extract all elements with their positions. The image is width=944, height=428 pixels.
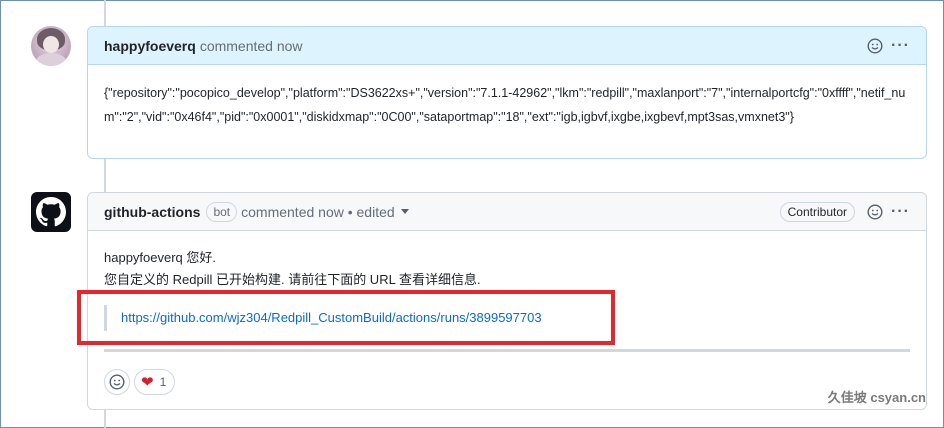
github-logo-icon — [36, 197, 66, 227]
user-avatar[interactable] — [31, 26, 71, 66]
reactions-bar: ❤ 1 — [104, 369, 176, 395]
message-text: 您自定义的 Redpill 已开始构建. 请前往下面的 URL 查看详细信息. — [104, 272, 481, 287]
kebab-menu-icon[interactable]: ··· — [891, 203, 910, 219]
edit-history-dropdown-icon[interactable] — [400, 209, 409, 214]
comment-author[interactable]: github-actions — [104, 204, 200, 220]
smiley-icon[interactable] — [865, 36, 885, 56]
github-bot-avatar[interactable] — [31, 192, 71, 232]
comment-timestamp[interactable]: commented now — [200, 38, 303, 54]
comment-author[interactable]: happyfoeverq — [104, 38, 196, 54]
contributor-badge: Contributor — [779, 201, 856, 222]
kebab-menu-icon[interactable]: ··· — [891, 37, 910, 53]
heart-icon: ❤ — [141, 374, 154, 391]
greeting-text: happyfoeverq 您好. — [104, 250, 217, 265]
comment-timestamp[interactable]: commented now • edited — [241, 204, 395, 220]
smiley-icon — [109, 374, 125, 390]
comment-header: happyfoeverq commented now ··· — [88, 27, 926, 65]
heart-reaction-button[interactable]: ❤ 1 — [134, 369, 176, 395]
heart-count: 1 — [159, 375, 167, 389]
smiley-icon[interactable] — [865, 202, 885, 222]
bot-badge: bot — [206, 201, 238, 222]
highlight-box — [77, 290, 615, 345]
comment-header: github-actions bot commented now • edite… — [88, 193, 926, 231]
add-reaction-button[interactable] — [104, 369, 130, 395]
comment-user: happyfoeverq commented now ··· {"reposit… — [87, 26, 927, 159]
divider — [104, 349, 910, 352]
watermark: 久佳坡 csyan.cn — [827, 390, 926, 405]
comment-body: {"repository":"pocopico_develop","platfo… — [104, 86, 906, 124]
